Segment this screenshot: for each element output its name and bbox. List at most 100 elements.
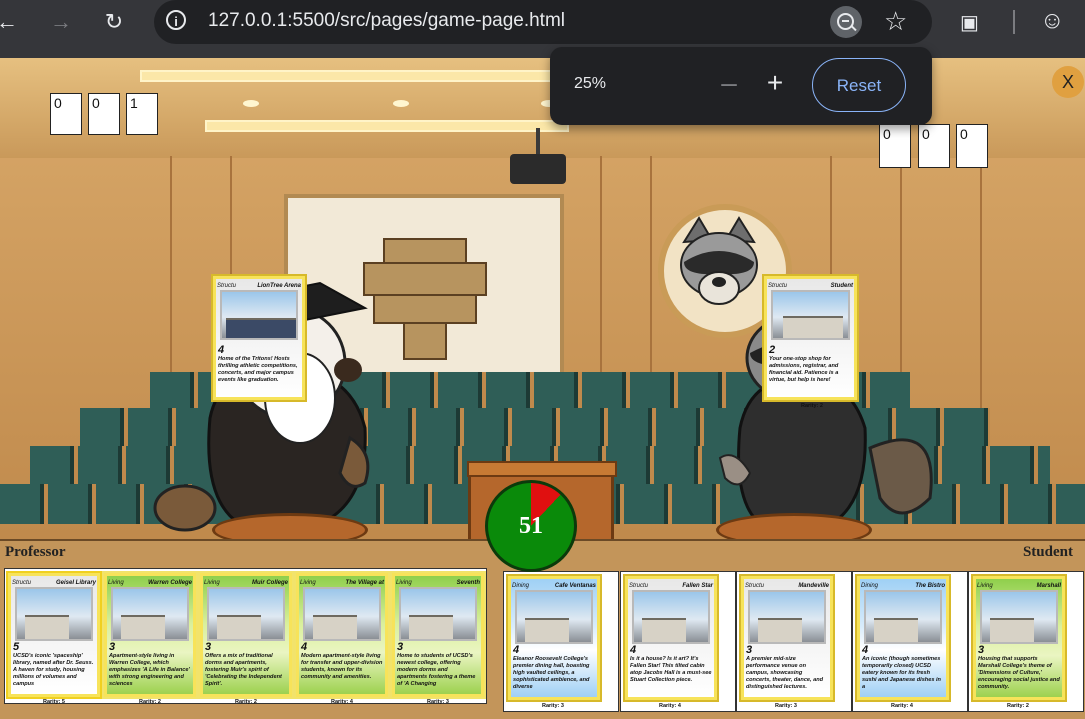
hand-card[interactable]: Structu Fallen Star 4 Is it a house? Is it … — [623, 574, 719, 702]
card-image — [748, 590, 826, 644]
card-image — [207, 587, 285, 641]
card-rarity: Rarity: 4 — [330, 699, 353, 705]
toolbar-divider — [1013, 10, 1015, 34]
hand-card[interactable]: Living The Village at 4 Modern apartment-st… — [294, 571, 390, 699]
professor-score-box: 0 — [50, 93, 82, 135]
lecture-hall-background: 0 0 1 0 0 0 X Structu LionTree Arena 4 H… — [0, 58, 1085, 554]
card-cost: 3 — [978, 644, 985, 656]
zoom-popup: 25% – + Reset — [550, 47, 932, 125]
timer-value: 51 — [519, 513, 543, 539]
card-image — [980, 590, 1058, 644]
card-description: Home of the Tritons! Hosts thrilling ath… — [218, 356, 298, 383]
card-description: Eleanor Roosevelt College's premier dini… — [513, 656, 590, 690]
card-cost: 3 — [109, 641, 116, 653]
close-game-button[interactable]: X — [1052, 66, 1084, 98]
card-type: Dining — [861, 583, 879, 589]
card-name: The Village at — [345, 580, 384, 586]
card-description: A premier mid-size performance venue on … — [746, 656, 824, 690]
site-info-icon[interactable]: i — [166, 10, 186, 30]
card-type: Structu — [745, 583, 765, 589]
card-cost: 4 — [218, 344, 225, 356]
professor-score-box: 1 — [126, 93, 158, 135]
card-image — [864, 590, 942, 644]
hand-card[interactable]: Structu Mandeville 3 A premier mid-size per… — [739, 574, 835, 702]
card-cost: 2 — [769, 344, 776, 356]
ceiling-lamp — [243, 100, 259, 107]
search-tabs-icon[interactable]: ▣ — [960, 10, 979, 35]
card-name: Mandeville — [798, 583, 829, 589]
card-name: Marshall — [1036, 583, 1061, 589]
card-description: Home to students of UCSD's newest colleg… — [397, 653, 476, 687]
card-description: Is it a house? Is it art? It's Fallen St… — [630, 656, 712, 683]
hand-card[interactable]: Dining The Bistro 4 An iconic (though somet… — [855, 574, 951, 702]
card-image — [15, 587, 93, 641]
card-description: Offers a mix of traditional dorms and ap… — [205, 653, 282, 687]
profile-icon[interactable]: ☺ — [1040, 7, 1065, 35]
card-rarity: Rarity: 3 — [426, 699, 449, 705]
card-cost: 4 — [862, 644, 869, 656]
card-image — [220, 290, 298, 340]
professor-label: Professor — [5, 544, 66, 560]
card-name: Geisel Library — [55, 580, 96, 586]
card-type: Living — [204, 580, 220, 586]
zoom-out-button[interactable]: – — [716, 69, 742, 99]
hand-card[interactable]: Dining Cafe Ventanas 4 Eleanor Roosevelt Co… — [506, 574, 602, 702]
turn-timer: 51 — [485, 480, 577, 572]
hand-card[interactable]: Living Muir College 3 Offers a mix of tradi… — [198, 571, 294, 699]
card-name: Student — [830, 283, 853, 289]
hand-card[interactable]: Living Marshall 3 Housing that supports Mar… — [971, 574, 1067, 702]
student-played-card[interactable]: Structu Student 2 Your one-stop shop for… — [762, 274, 859, 402]
card-cost: 3 — [746, 644, 753, 656]
card-description: Housing that supports Marshall College's… — [978, 656, 1060, 690]
card-type: Structu — [217, 283, 237, 289]
reload-icon[interactable]: ↻ — [99, 7, 129, 37]
zoom-in-button[interactable]: + — [762, 69, 788, 99]
card-cost: 4 — [513, 644, 520, 656]
back-icon[interactable]: ← — [0, 7, 22, 37]
card-name: LionTree Arena — [257, 283, 301, 289]
url-text[interactable]: 127.0.0.1:5500/src/pages/game-page.html — [208, 10, 565, 32]
hand-card[interactable]: Structu Geisel Library 5 UCSD's iconic 'spa… — [6, 571, 102, 699]
card-type: Structu — [768, 283, 788, 289]
card-description: Your one-stop shop for admissions, regis… — [769, 356, 839, 383]
card-name: Cafe Ventanas — [554, 583, 596, 589]
card-type: Living — [108, 580, 124, 586]
zoom-level: 25% — [574, 75, 607, 92]
card-image — [303, 587, 381, 641]
card-name: Fallen Star — [682, 583, 713, 589]
ceiling-light — [205, 120, 569, 132]
card-cost: 4 — [301, 641, 308, 653]
card-image — [111, 587, 189, 641]
bookmark-star-icon[interactable]: ☆ — [884, 6, 907, 37]
card-cost: 4 — [630, 644, 637, 656]
forward-icon[interactable]: → — [46, 7, 76, 37]
card-rarity: Rarity: 2 — [1006, 703, 1029, 709]
card-cost: 3 — [205, 641, 212, 653]
card-rarity: Rarity: 3 — [774, 703, 797, 709]
card-name: Muir College — [251, 580, 288, 586]
ceiling-lamp — [393, 100, 409, 107]
card-rarity: Rarity: 2 — [138, 699, 161, 705]
card-cost: 3 — [397, 641, 404, 653]
card-type: Structu — [629, 583, 649, 589]
hand-card[interactable]: Living Warren College 3 Apartment-style liv… — [102, 571, 198, 699]
card-rarity: Rarity: 2 — [800, 403, 823, 409]
card-rarity: Rarity: 4 — [890, 703, 913, 709]
card-image — [515, 590, 593, 644]
student-score-box: 0 — [956, 124, 988, 168]
professor-played-card[interactable]: Structu LionTree Arena 4 Home of the Tri… — [211, 274, 307, 402]
student-score-box: 0 — [879, 124, 911, 168]
game-page: 0 0 1 0 0 0 X Structu LionTree Arena 4 H… — [0, 58, 1085, 719]
card-description: Apartment-style living in Warren College… — [109, 653, 190, 687]
card-rarity: Rarity: 2 — [234, 699, 257, 705]
zoom-reset-button[interactable]: Reset — [812, 58, 906, 112]
card-type: Living — [396, 580, 412, 586]
professor-score-box: 0 — [88, 93, 120, 135]
address-bar[interactable]: i 127.0.0.1:5500/src/pages/game-page.htm… — [154, 0, 932, 44]
card-image — [399, 587, 477, 641]
card-name: Seventh — [456, 580, 480, 586]
zoom-icon[interactable] — [830, 6, 862, 38]
hand-card[interactable]: Living Seventh 3 Home to students of UCSD's… — [390, 571, 486, 699]
card-type: Living — [977, 583, 993, 589]
card-description: Modern apartment-style living for transf… — [301, 653, 383, 680]
